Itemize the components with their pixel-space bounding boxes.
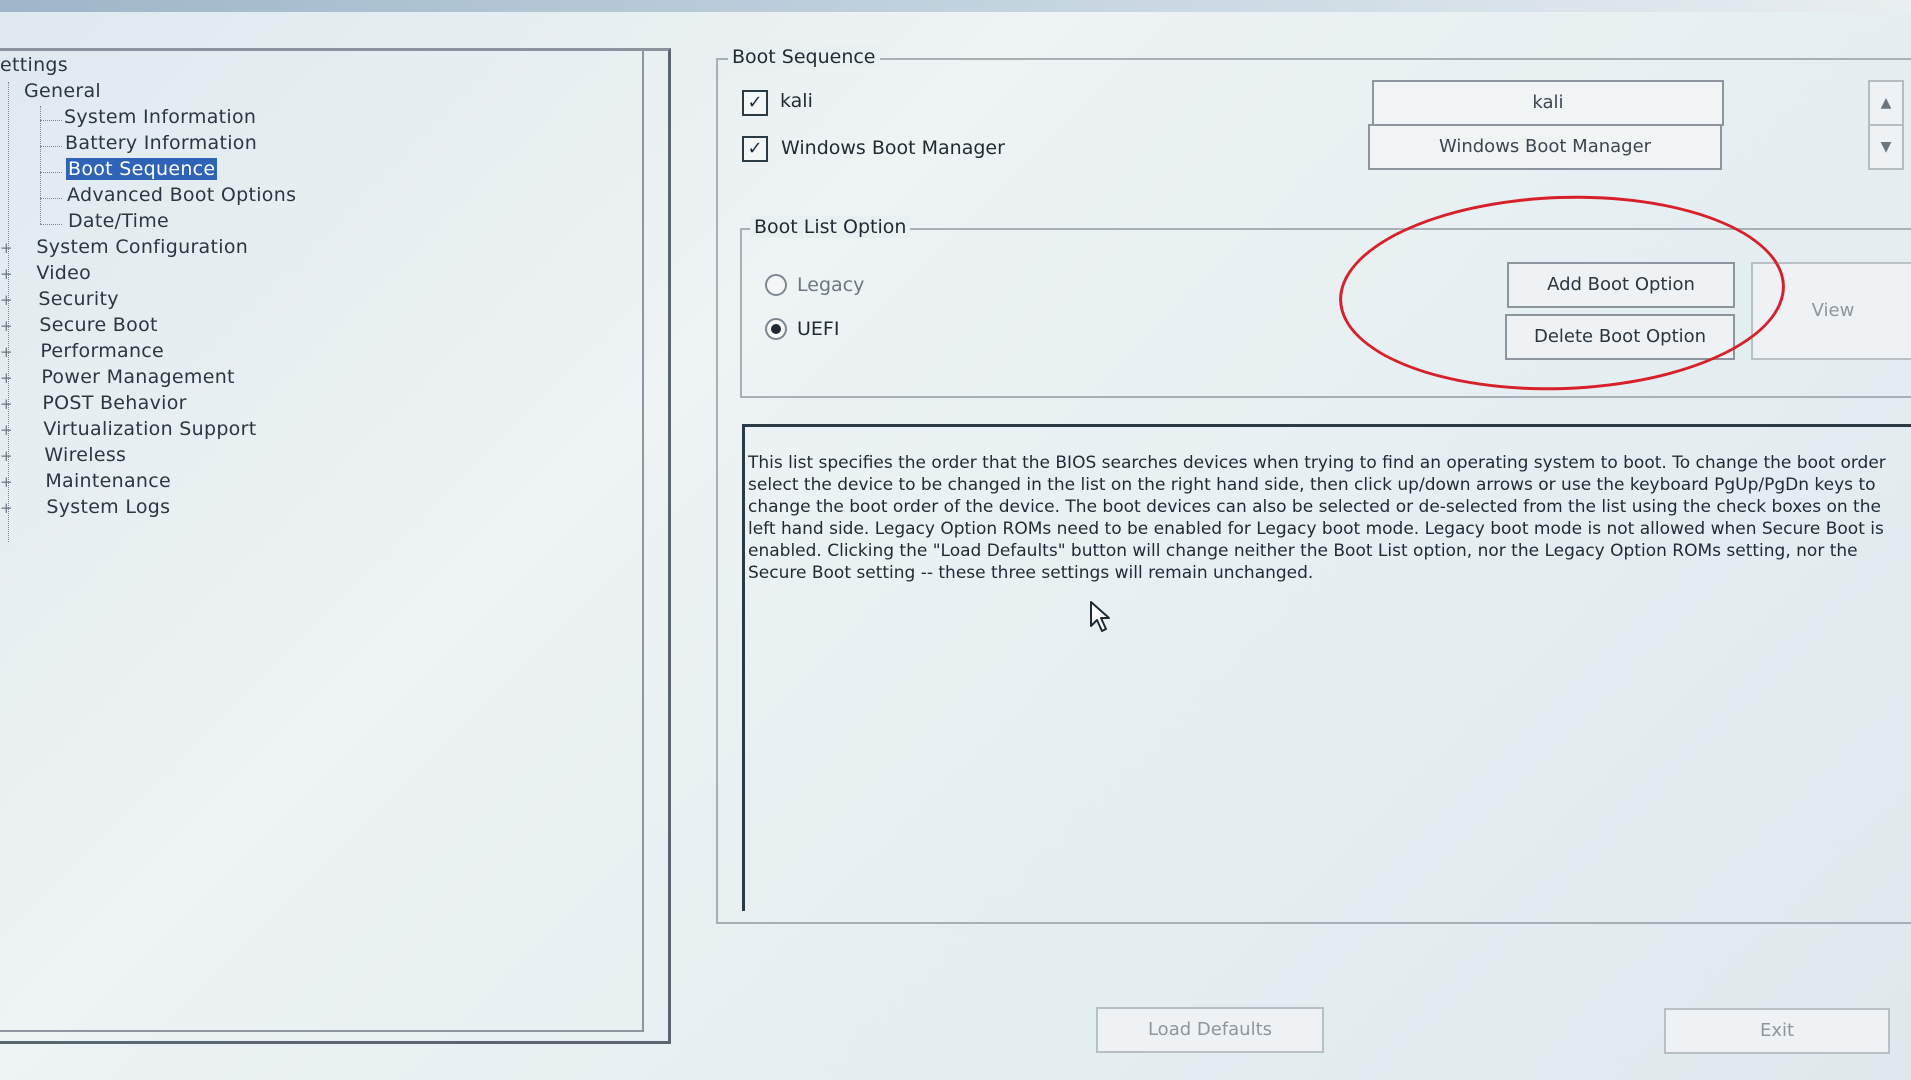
kali-checkbox-label: kali bbox=[780, 90, 813, 112]
tree-item-date-time[interactable]: Date/Time bbox=[68, 210, 169, 232]
tree-item-battery-information[interactable]: Battery Information bbox=[65, 132, 257, 154]
tree-item-system-information[interactable]: System Information bbox=[64, 106, 256, 128]
window-top-edge bbox=[0, 0, 1911, 12]
tree-item-label: System Logs bbox=[46, 496, 171, 518]
expand-icon[interactable]: + bbox=[0, 395, 13, 413]
legacy-radio[interactable] bbox=[765, 274, 787, 296]
expand-icon[interactable]: + bbox=[0, 499, 13, 517]
boot-order-item-kali[interactable]: kali bbox=[1372, 80, 1724, 126]
boot-order-item-windows-boot-manager[interactable]: Windows Boot Manager bbox=[1368, 124, 1722, 170]
expand-icon[interactable]: + bbox=[0, 239, 13, 257]
tree-item-label: Power Management bbox=[41, 366, 235, 388]
expand-icon[interactable]: + bbox=[0, 447, 13, 465]
tree-item-label: Performance bbox=[40, 340, 165, 362]
expand-icon[interactable]: + bbox=[0, 291, 13, 309]
expand-icon[interactable]: + bbox=[0, 421, 13, 439]
tree-connector bbox=[40, 172, 62, 173]
tree-item-label: POST Behavior bbox=[42, 392, 187, 414]
kali-checkbox[interactable]: ✓ bbox=[742, 90, 768, 116]
description-text: This list specifies the order that the B… bbox=[748, 453, 1886, 583]
tree-connector bbox=[40, 106, 41, 224]
uefi-radio-label: UEFI bbox=[797, 318, 840, 340]
tree-item-system-configuration[interactable]: + System Configuration bbox=[0, 236, 248, 258]
tree-item-label: Secure Boot bbox=[39, 314, 158, 336]
expand-icon[interactable]: + bbox=[0, 317, 13, 335]
expand-icon[interactable]: + bbox=[0, 369, 13, 387]
expand-icon[interactable]: + bbox=[0, 265, 13, 283]
tree-item-boot-sequence-label: Boot Sequence bbox=[66, 158, 218, 180]
tree-item-virtualization-support[interactable]: + Virtualization Support bbox=[0, 418, 256, 440]
load-defaults-button[interactable]: Load Defaults bbox=[1096, 1007, 1324, 1053]
tree-root-settings: ettings bbox=[0, 54, 68, 76]
expand-icon[interactable]: + bbox=[0, 343, 13, 361]
tree-item-wireless[interactable]: + Wireless bbox=[0, 444, 126, 466]
exit-button[interactable]: Exit bbox=[1664, 1008, 1890, 1054]
uefi-radio[interactable] bbox=[765, 318, 787, 340]
tree-item-post-behavior[interactable]: + POST Behavior bbox=[0, 392, 187, 414]
legacy-radio-label: Legacy bbox=[797, 274, 865, 296]
tree-connector bbox=[40, 224, 62, 225]
mouse-cursor-icon bbox=[1090, 601, 1110, 632]
tree-item-label: Video bbox=[36, 262, 92, 284]
tree-item-boot-sequence[interactable]: Boot Sequence bbox=[66, 158, 218, 180]
boot-list-option-title: Boot List Option bbox=[750, 216, 911, 238]
tree-connector bbox=[40, 120, 62, 121]
tree-item-label: Virtualization Support bbox=[43, 418, 257, 440]
tree-connector bbox=[40, 198, 62, 199]
tree-item-label: Security bbox=[38, 288, 119, 310]
tree-item-label: System Configuration bbox=[36, 236, 249, 258]
tree-connector bbox=[40, 146, 62, 147]
tree-item-general[interactable]: General bbox=[24, 80, 101, 102]
tree-item-label: Maintenance bbox=[45, 470, 172, 492]
arrow-up-icon[interactable]: ▲ bbox=[1868, 80, 1904, 126]
tree-item-system-logs[interactable]: + System Logs bbox=[0, 496, 170, 518]
tree-item-performance[interactable]: + Performance bbox=[0, 340, 164, 362]
arrow-down-icon[interactable]: ▼ bbox=[1868, 124, 1904, 170]
tree-item-security[interactable]: + Security bbox=[0, 288, 119, 310]
boot-sequence-title: Boot Sequence bbox=[728, 46, 880, 68]
tree-item-power-management[interactable]: + Power Management bbox=[0, 366, 235, 388]
tree-item-secure-boot[interactable]: + Secure Boot bbox=[0, 314, 158, 336]
tree-item-maintenance[interactable]: + Maintenance bbox=[0, 470, 171, 492]
tree-item-video[interactable]: + Video bbox=[0, 262, 91, 284]
windows-boot-manager-checkbox-label: Windows Boot Manager bbox=[781, 137, 1005, 159]
tree-item-advanced-boot-options[interactable]: Advanced Boot Options bbox=[67, 184, 296, 206]
expand-icon[interactable]: + bbox=[0, 473, 13, 491]
tree-item-label: Wireless bbox=[44, 444, 127, 466]
windows-boot-manager-checkbox[interactable]: ✓ bbox=[742, 136, 768, 162]
